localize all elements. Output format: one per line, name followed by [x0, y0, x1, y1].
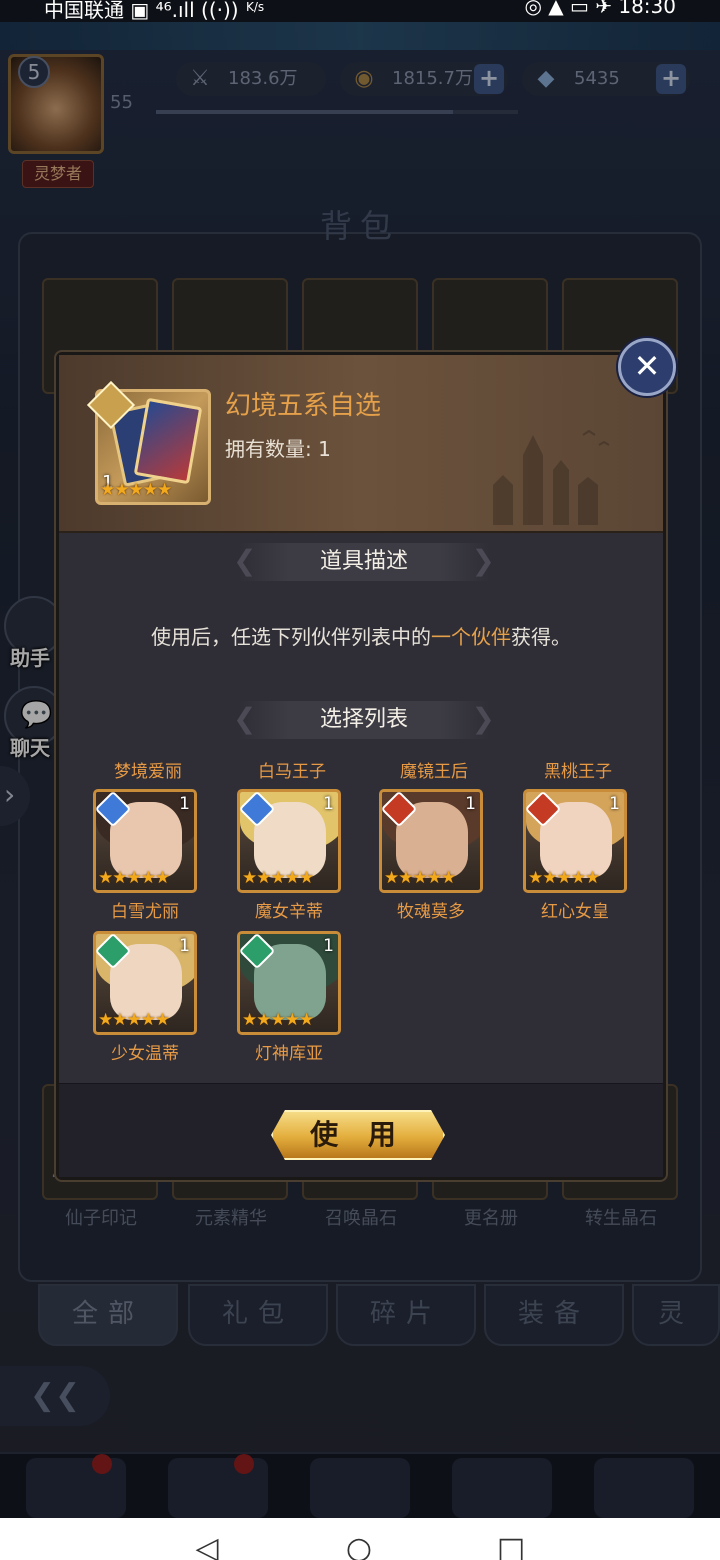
- hero-name: 红心女皇: [541, 902, 609, 922]
- star-rating: ★★★★★: [528, 868, 600, 888]
- desc-section-header: ❮ 道具描述 ❯: [233, 543, 495, 581]
- hero-name: 牧魂莫多: [397, 902, 465, 922]
- hero-card[interactable]: 1 ★★★★★: [93, 931, 197, 1035]
- hero-name-top: 黑桃王子: [544, 762, 612, 782]
- ornament-left-icon: ❮: [233, 702, 257, 735]
- hero-count: 1: [179, 794, 190, 814]
- hero-name-top: 魔镜王后: [400, 762, 468, 782]
- hero-count: 1: [323, 936, 334, 956]
- recents-square-icon[interactable]: □: [496, 1534, 526, 1560]
- back-triangle-icon[interactable]: ◁: [192, 1534, 222, 1560]
- network-speed: K/s: [246, 0, 265, 14]
- android-nav-bar: ◁ ○ □: [0, 1518, 720, 1560]
- home-circle-icon[interactable]: ○: [344, 1534, 374, 1560]
- star-rating: ★★★★★: [242, 868, 314, 888]
- ornament-right-icon: ❯: [471, 544, 495, 577]
- hero-name-top: 白马王子: [258, 762, 326, 782]
- star-rating: ★★★★★: [98, 868, 170, 888]
- hero-card[interactable]: 1 ★★★★★: [523, 789, 627, 893]
- status-bar: 中国联通 ▣ ⁴⁶.ıll ((·)) K/s ◎ ▲ ▭ ✈ 18:30: [0, 0, 720, 22]
- close-icon[interactable]: ✕: [618, 338, 676, 396]
- desc-highlight: 一个伙伴: [431, 625, 511, 649]
- star-rating: ★★★★★: [384, 868, 456, 888]
- desc-prefix: 使用后，任选下列伙伴列表中的: [151, 625, 431, 649]
- card-front-icon: [133, 397, 203, 485]
- desc-suffix: 获得。: [511, 625, 571, 649]
- hero-count: 1: [323, 794, 334, 814]
- castle-icon: [493, 429, 610, 525]
- hero-card[interactable]: 1 ★★★★★: [237, 789, 341, 893]
- hero-card[interactable]: 1 ★★★★★: [237, 931, 341, 1035]
- item-name: 幻境五系自选: [225, 391, 382, 421]
- modal-header: 1 ★★★★★ 幻境五系自选 拥有数量: 1: [59, 355, 663, 533]
- list-title: 选择列表: [319, 707, 408, 732]
- status-right: ◎ ▲ ▭ ✈ 18:30: [524, 0, 676, 18]
- hero-count: 1: [179, 936, 190, 956]
- star-rating: ★★★★★: [98, 1010, 170, 1030]
- hero-name-top: 梦境爱丽: [114, 762, 182, 782]
- desc-title: 道具描述: [319, 549, 408, 574]
- hero-count: 1: [609, 794, 620, 814]
- ornament-left-icon: ❮: [233, 544, 257, 577]
- ornament-right-icon: ❯: [471, 702, 495, 735]
- hero-name: 魔女辛蒂: [255, 902, 323, 922]
- list-section-header: ❮ 选择列表 ❯: [233, 701, 495, 739]
- star-rating: ★★★★★: [242, 1010, 314, 1030]
- carrier-text: 中国联通 ▣ ⁴⁶.ıll ((·)): [44, 0, 239, 22]
- hero-card[interactable]: 1 ★★★★★: [93, 789, 197, 893]
- item-icon: 1 ★★★★★: [86, 380, 211, 505]
- use-button[interactable]: 使 用: [271, 1110, 445, 1160]
- star-rating: ★★★★★: [100, 480, 172, 500]
- owned-quantity: 拥有数量: 1: [225, 433, 331, 462]
- hero-name: 白雪尤丽: [111, 902, 179, 922]
- item-detail-modal: 1 ★★★★★ 幻境五系自选 拥有数量: 1 ❮ 道具描述 ❯ 使用后，任选下列…: [56, 352, 666, 1180]
- owned-value: 1: [318, 437, 331, 461]
- hero-card[interactable]: 1 ★★★★★: [379, 789, 483, 893]
- hero-name: 少女温蒂: [111, 1044, 179, 1064]
- hero-count: 1: [465, 794, 476, 814]
- hero-name: 灯神库亚: [255, 1044, 323, 1064]
- item-description: 使用后，任选下列伙伴列表中的一个伙伴获得。: [59, 621, 663, 650]
- owned-label: 拥有数量:: [225, 437, 312, 461]
- modal-footer: 使 用: [59, 1083, 663, 1177]
